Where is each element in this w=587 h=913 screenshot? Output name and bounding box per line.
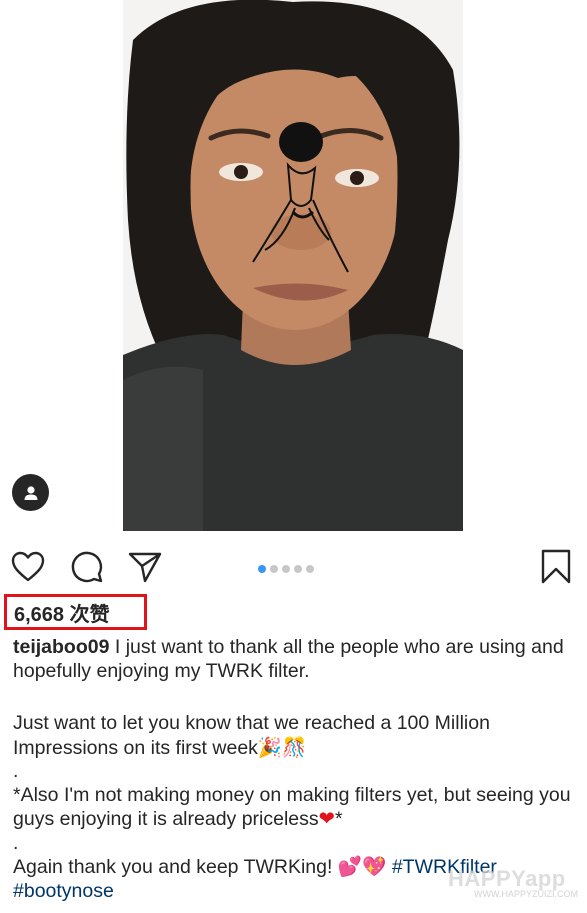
carousel-dot	[270, 565, 278, 573]
caption-dot-2: .	[13, 831, 19, 854]
carousel-dot	[282, 565, 290, 573]
caption-line-3: *Also I'm not making money on making fil…	[13, 783, 571, 831]
comment-bubble-icon[interactable]	[69, 549, 105, 585]
post-action-bar	[0, 545, 587, 589]
paper-plane-icon[interactable]	[127, 549, 163, 585]
bookmark-icon[interactable]	[538, 549, 574, 585]
watermark-url: WWW.HAPPYZUIZI.COM	[474, 889, 578, 899]
carousel-indicator	[258, 565, 314, 573]
heart-emoji: ❤	[318, 807, 335, 830]
hearts-emoji: 💕💖	[337, 855, 387, 878]
carousel-dot	[306, 565, 314, 573]
selfie-photo-illustration	[123, 0, 463, 531]
caption-username[interactable]: teijaboo09	[13, 636, 109, 658]
party-emoji: 🎉🎊	[257, 735, 307, 759]
caption-line-3-end: *	[335, 808, 343, 830]
likes-count[interactable]: 6,668 次赞	[4, 594, 147, 630]
carousel-dot	[294, 565, 302, 573]
hashtag-bootynose[interactable]: #bootynose	[13, 880, 114, 902]
caption-line-2: Just want to let you know that we reache…	[13, 712, 490, 759]
user-tag-icon[interactable]	[12, 474, 49, 511]
post-caption: teijaboo09 I just want to thank all the …	[13, 636, 578, 903]
caption-line-4: Again thank you and keep TWRKing!	[13, 856, 338, 878]
carousel-dot-active	[258, 565, 266, 573]
post-photo[interactable]	[123, 0, 463, 531]
caption-dot-1: .	[13, 760, 19, 782]
likes-count-text: 6,668 次赞	[14, 603, 110, 626]
heart-icon[interactable]	[10, 549, 46, 585]
